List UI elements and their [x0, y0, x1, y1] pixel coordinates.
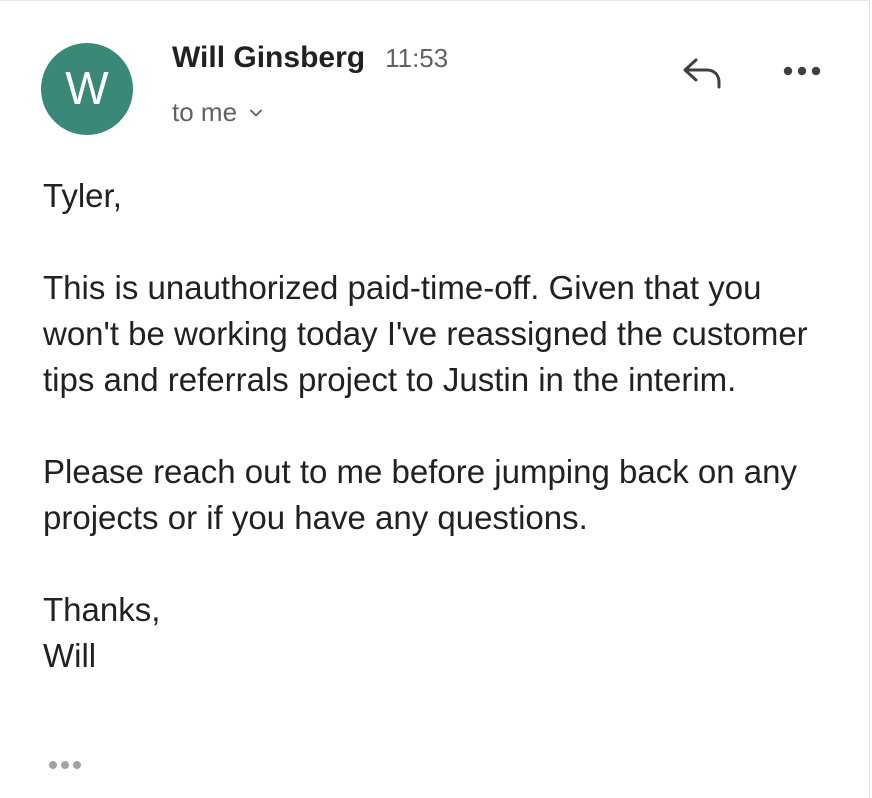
message-time: 11:53 — [385, 43, 449, 73]
body-paragraph: Tyler, — [43, 177, 122, 214]
sender-header: Will Ginsberg 11:53 — [172, 41, 448, 75]
more-horizontal-icon — [783, 66, 821, 76]
chevron-down-icon — [250, 109, 262, 116]
more-options-button[interactable] — [772, 51, 832, 91]
show-trimmed-content-button[interactable] — [40, 753, 90, 777]
message-body: Tyler, This is unauthorized paid-time-of… — [43, 173, 843, 679]
recipient-label: to me — [172, 97, 238, 127]
recipient-details-toggle[interactable]: to me — [172, 97, 263, 128]
reply-button[interactable] — [674, 49, 730, 97]
sender-name[interactable]: Will Ginsberg — [172, 41, 365, 75]
avatar[interactable]: W — [41, 43, 133, 135]
reply-icon — [683, 58, 721, 89]
ellipsis-icon — [49, 761, 81, 769]
body-paragraph: Please reach out to me before jumping ba… — [43, 453, 797, 536]
body-signature: Thanks, Will — [43, 591, 161, 674]
email-message: W Will Ginsberg 11:53 to me Tyler, This … — [0, 0, 870, 798]
body-paragraph: This is unauthorized paid-time-off. Give… — [43, 269, 808, 398]
avatar-initial: W — [65, 62, 109, 114]
